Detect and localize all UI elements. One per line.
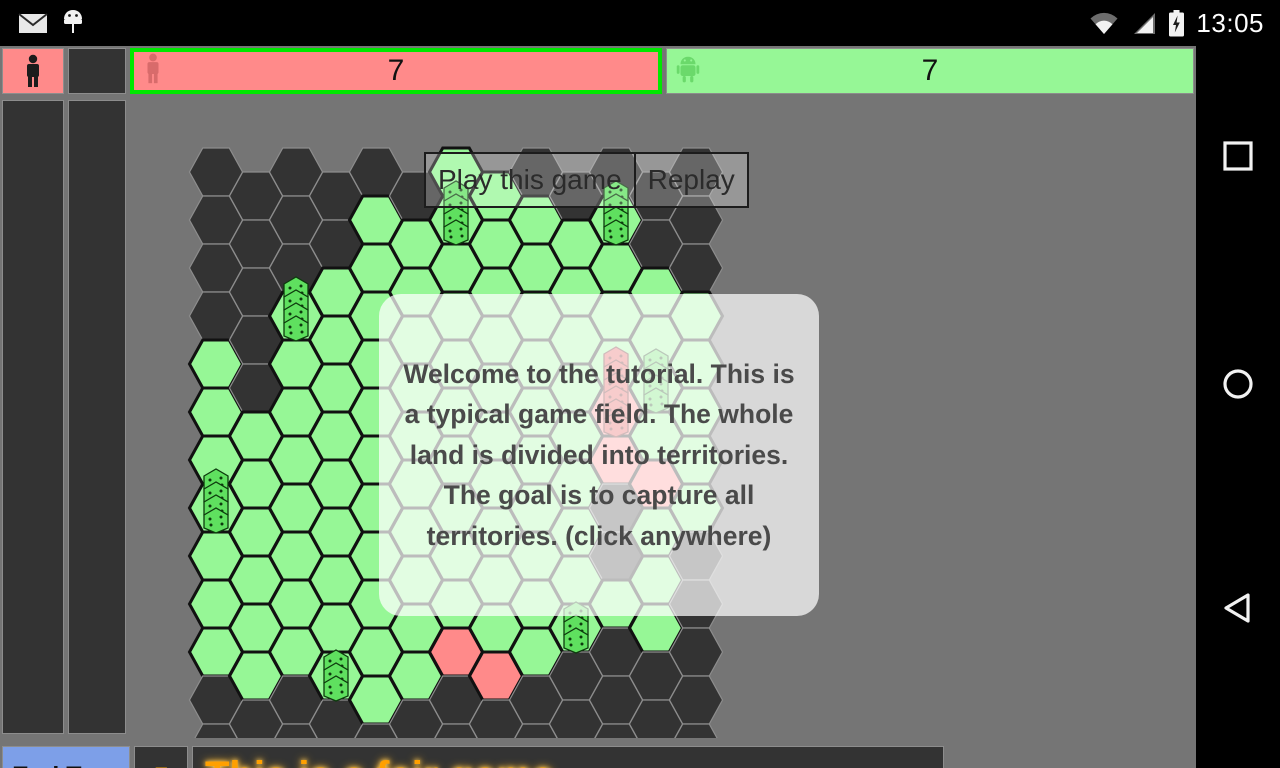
circle-icon — [1223, 369, 1253, 399]
human-score-value: 7 — [387, 54, 405, 87]
status-message-box: This is a fair game — [192, 746, 944, 768]
game-app-area: 7 7 Play this game Replay Welcome to the… — [0, 46, 1196, 768]
tutorial-dialog-text: Welcome to the tutorial. This is a typic… — [403, 358, 795, 551]
signal-icon — [1134, 12, 1156, 34]
player-android-score-bar[interactable]: 7 — [666, 48, 1194, 94]
dice-stack[interactable] — [323, 649, 349, 702]
square-icon — [1223, 141, 1253, 171]
score-bar: 7 7 — [0, 46, 1196, 98]
end-turn-button[interactable]: End Turn — [2, 746, 130, 768]
sidebar-column-right — [68, 100, 126, 734]
mail-icon — [18, 13, 48, 33]
dice-stack[interactable] — [283, 276, 309, 342]
android-robot-icon — [64, 10, 82, 33]
flag-indicator[interactable]: F — [134, 746, 188, 768]
back-triangle-button[interactable] — [1196, 566, 1280, 650]
android-score-value: 7 — [921, 54, 939, 87]
wifi-icon — [1090, 12, 1118, 34]
bottom-toolbar: End Turn F This is a fair game + Power-u… — [0, 740, 1196, 768]
replay-button[interactable]: Replay — [633, 154, 747, 206]
status-message-text: This is a fair game — [205, 754, 554, 768]
triangle-icon — [1224, 593, 1250, 623]
top-button-row: Play this game Replay — [424, 152, 749, 208]
status-clock: 13:05 — [1196, 7, 1264, 38]
screen: 13:05 7 7 Play this game Replay Welcome … — [0, 0, 1280, 768]
status-system-icons: 13:05 — [1089, 0, 1264, 46]
dice-stack[interactable] — [203, 468, 229, 534]
status-notification-icons — [0, 0, 84, 46]
android-status-bar: 13:05 — [0, 0, 1280, 46]
player-human-score-bar[interactable]: 7 — [130, 48, 662, 94]
score-blank-cell — [68, 48, 126, 94]
player-avatar-cell[interactable] — [2, 48, 64, 94]
play-this-game-button[interactable]: Play this game — [426, 154, 634, 206]
android-navigation-bar — [1196, 46, 1280, 768]
home-circle-button[interactable] — [1196, 342, 1280, 426]
person-icon — [27, 54, 39, 87]
tutorial-dialog[interactable]: Welcome to the tutorial. This is a typic… — [379, 294, 819, 616]
sidebar-column-left — [2, 100, 64, 734]
battery-charging-icon — [1169, 9, 1185, 36]
recents-square-button[interactable] — [1196, 114, 1280, 198]
